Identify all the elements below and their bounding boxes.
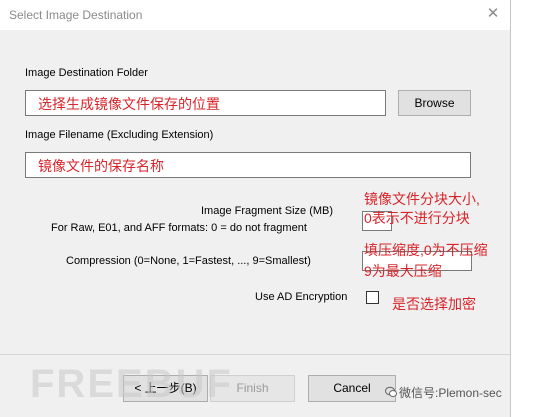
close-icon[interactable]: ✕ [484, 4, 502, 24]
fragment-size-note: For Raw, E01, and AFF formats: 0 = do no… [51, 222, 307, 234]
fragment-size-label: Image Fragment Size (MB) [201, 205, 334, 217]
title-bar: Select Image Destination ✕ [0, 0, 510, 30]
encryption-checkbox[interactable] [366, 291, 379, 304]
filename-value: 镜像文件的保存名称 [38, 158, 164, 174]
compression-annotation-line2: 9为最大压缩 [364, 263, 442, 279]
filename-input[interactable]: 镜像文件的保存名称 [25, 152, 471, 178]
wechat-id-watermark: 微信号:Plemon-sec [399, 386, 502, 400]
destination-folder-label: Image Destination Folder [25, 67, 148, 79]
filename-label: Image Filename (Excluding Extension) [25, 129, 214, 141]
footer-divider [0, 354, 510, 355]
encryption-annotation: 是否选择加密 [392, 296, 476, 312]
destination-folder-input[interactable]: 选择生成镜像文件保存的位置 [25, 90, 386, 116]
cancel-button[interactable]: Cancel [308, 375, 396, 402]
fragment-annotation-line2: 0表示不进行分块 [364, 210, 470, 226]
fragment-annotation-line1: 镜像文件分块大小, [364, 191, 480, 207]
wechat-icon [385, 386, 397, 397]
freebuf-watermark: FREEBUF [30, 362, 233, 406]
compression-label: Compression (0=None, 1=Fastest, ..., 9=S… [66, 255, 311, 267]
encryption-label: Use AD Encryption [255, 291, 348, 303]
compression-annotation-line1: 填压缩度,0为不压缩 [364, 242, 488, 258]
dialog-title: Select Image Destination [9, 8, 143, 22]
browse-button[interactable]: Browse [398, 90, 471, 116]
destination-folder-value: 选择生成镜像文件保存的位置 [38, 96, 220, 112]
